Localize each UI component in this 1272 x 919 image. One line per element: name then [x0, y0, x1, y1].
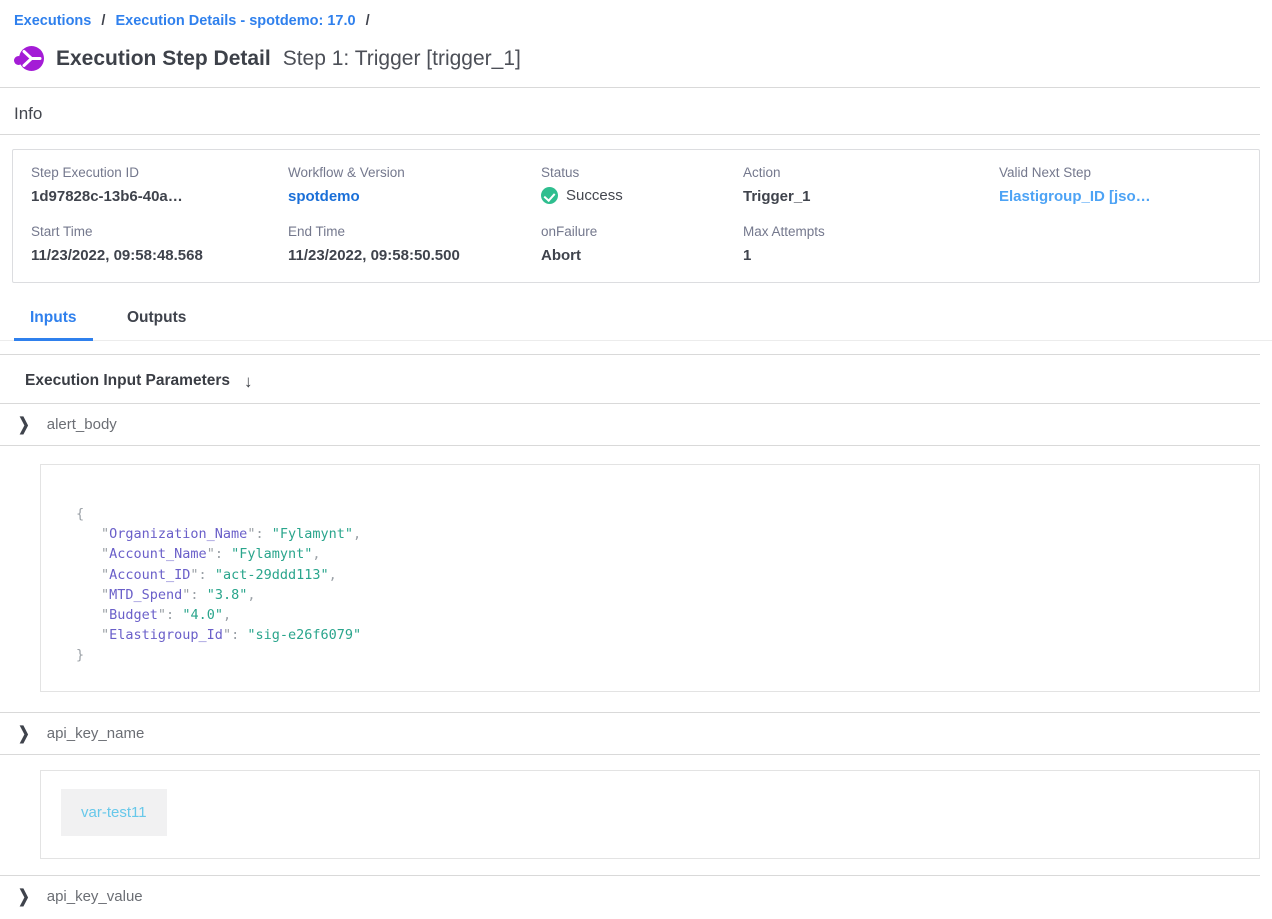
field-on-failure: onFailure Abort: [541, 224, 743, 264]
arrow-down-icon[interactable]: ↓: [244, 373, 253, 390]
field-label: Action: [743, 165, 999, 180]
field-label: Start Time: [31, 224, 288, 239]
field-value: 1: [743, 247, 999, 264]
page-header: Execution Step Detail Step 1: Trigger [t…: [0, 29, 1272, 87]
field-end-time: End Time 11/23/2022, 09:58:50.500: [288, 224, 541, 264]
field-max-attempts: Max Attempts 1: [743, 224, 999, 264]
spacer: [0, 341, 1272, 354]
field-action: Action Trigger_1: [743, 165, 999, 205]
status-badge: Success: [541, 187, 743, 204]
divider: [0, 445, 1260, 446]
field-value: 11/23/2022, 09:58:50.500: [288, 247, 541, 264]
field-label: End Time: [288, 224, 541, 239]
section-title: Execution Input Parameters: [25, 372, 230, 390]
tab-bar: Inputs Outputs: [0, 305, 1272, 341]
field-valid-next-step: Valid Next Step Elastigroup_ID [jso…: [999, 165, 1241, 205]
param-name: api_key_value: [47, 888, 143, 905]
field-value: 1d97828c-13b6-40a…: [31, 188, 288, 205]
breadcrumb-separator: /: [366, 13, 370, 29]
chevron-right-icon: ❯: [18, 886, 30, 907]
status-text: Success: [566, 187, 623, 204]
field-label: Step Execution ID: [31, 165, 288, 180]
value-chip: var-test11: [61, 789, 167, 836]
execution-input-parameters-header: Execution Input Parameters ↓: [0, 355, 1272, 403]
page-title: Execution Step Detail: [56, 47, 271, 71]
param-row-api-key-value[interactable]: ❯ api_key_value: [0, 876, 1272, 917]
breadcrumb-link-executions[interactable]: Executions: [14, 13, 91, 29]
tab-outputs[interactable]: Outputs: [111, 305, 202, 338]
info-card: Step Execution ID 1d97828c-13b6-40a… Wor…: [12, 149, 1260, 283]
field-label: Max Attempts: [743, 224, 999, 239]
divider: [0, 134, 1260, 135]
info-heading: Info: [0, 88, 1272, 134]
field-value: Trigger_1: [743, 188, 999, 205]
field-status: Status Success: [541, 165, 743, 205]
breadcrumb: Executions / Execution Details - spotdem…: [0, 0, 1272, 29]
json-code: {"Organization_Name": "Fylamynt","Accoun…: [76, 504, 1239, 666]
field-start-time: Start Time 11/23/2022, 09:58:48.568: [31, 224, 288, 264]
field-value: 11/23/2022, 09:58:48.568: [31, 247, 288, 264]
fylamynt-logo-icon: [14, 45, 44, 73]
divider: [0, 754, 1260, 755]
field-empty: [999, 224, 1241, 264]
valid-next-step-link[interactable]: Elastigroup_ID [jso…: [999, 188, 1241, 205]
param-name: api_key_name: [47, 725, 145, 742]
api-key-name-value-box: var-test11: [40, 770, 1260, 859]
success-check-icon: [541, 187, 558, 204]
field-value: Abort: [541, 247, 743, 264]
tab-inputs[interactable]: Inputs: [14, 305, 93, 341]
field-label: onFailure: [541, 224, 743, 239]
field-workflow-version: Workflow & Version spotdemo: [288, 165, 541, 205]
field-label: Workflow & Version: [288, 165, 541, 180]
workflow-link[interactable]: spotdemo: [288, 188, 541, 205]
breadcrumb-link-execution-details[interactable]: Execution Details - spotdemo: 17.0: [115, 13, 355, 29]
alert-body-json-viewer: {"Organization_Name": "Fylamynt","Accoun…: [40, 464, 1260, 692]
page-subtitle: Step 1: Trigger [trigger_1]: [283, 47, 521, 71]
field-label: Valid Next Step: [999, 165, 1241, 180]
breadcrumb-separator: /: [101, 13, 105, 29]
field-step-execution-id: Step Execution ID 1d97828c-13b6-40a…: [31, 165, 288, 205]
param-name: alert_body: [47, 416, 117, 433]
chevron-right-icon: ❯: [18, 723, 30, 744]
param-row-api-key-name[interactable]: ❯ api_key_name: [0, 713, 1272, 754]
chevron-right-icon: ❯: [18, 414, 30, 435]
field-label: Status: [541, 165, 743, 180]
param-row-alert-body[interactable]: ❯ alert_body: [0, 404, 1272, 445]
